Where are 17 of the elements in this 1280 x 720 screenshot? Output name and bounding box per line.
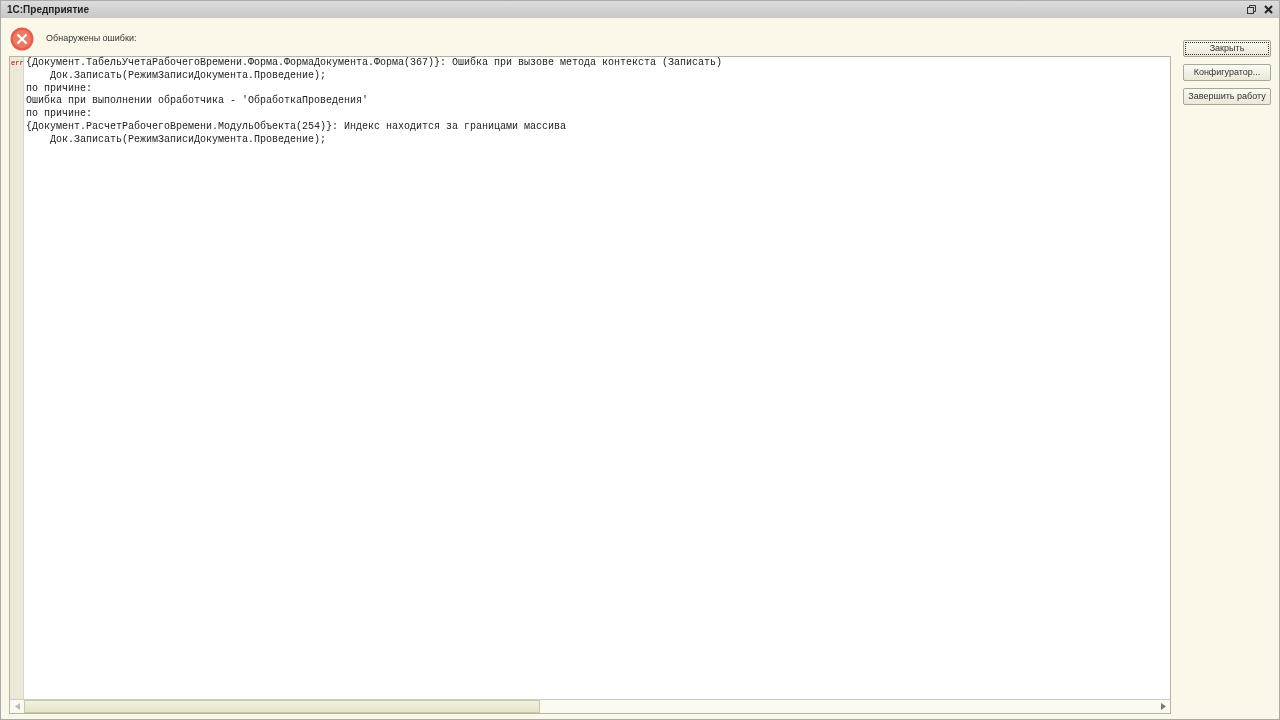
error-text-line: по причине:	[26, 108, 92, 120]
dialog-button[interactable]: Конфигуратор...	[1183, 64, 1271, 81]
error-icon	[10, 27, 34, 51]
dialog-button[interactable]: Закрыть	[1183, 40, 1271, 57]
horizontal-scrollbar[interactable]	[10, 699, 1170, 713]
error-heading: Обнаружены ошибки:	[46, 32, 137, 46]
right-arrow-icon[interactable]	[1160, 703, 1166, 710]
error-text-line: Ошибка при выполнении обработчика - 'ОбработкаПроведения'	[26, 95, 369, 107]
dialog-button[interactable]: Завершить работу	[1183, 88, 1271, 105]
error-text-line: Док.Записать(РежимЗаписиДокумента.Проведение);	[49, 69, 327, 81]
error-text-line: {Документ.ТабельУчетаРабочегоВремени.Форма.ФормаДокумента.Форма(367)}: Ошибка при вызове метода контекста (Записать)	[26, 57, 723, 68]
error-text-line: по причине:	[26, 82, 92, 94]
error-text-line: {Документ.РасчетРабочегоВремени.МодульОбъекта(254)}: Индекс находится за границами массива	[26, 121, 567, 132]
error-text-line: Док.Записать(РежимЗаписиДокумента.Проведение);	[49, 133, 327, 145]
window-title: 1С:Предприятие	[7, 3, 91, 17]
close-icon[interactable]	[1264, 5, 1273, 14]
restore-icon[interactable]	[1247, 5, 1256, 14]
